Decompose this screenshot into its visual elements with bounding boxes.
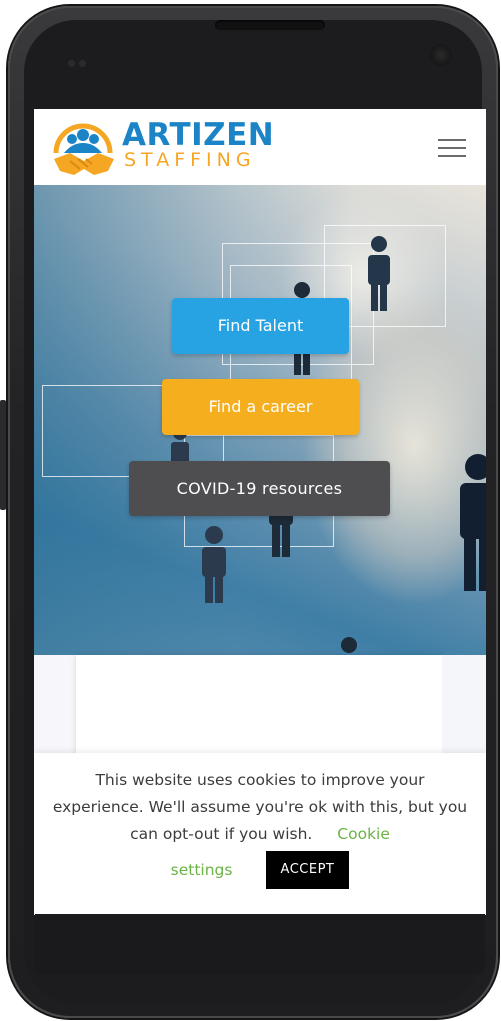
- person-icon: [460, 454, 486, 591]
- side-button: [0, 400, 6, 510]
- handshake-logo-icon: [53, 123, 114, 175]
- find-talent-button[interactable]: Find Talent: [172, 298, 349, 354]
- cookie-settings-link[interactable]: Cookie: [337, 825, 390, 843]
- brand-name[interactable]: ARTIZEN: [122, 118, 274, 152]
- accept-cookies-button[interactable]: ACCEPT: [265, 851, 350, 889]
- hero-banner: Find Talent Find a career COVID-19 resou…: [34, 185, 486, 655]
- cookie-banner: This website uses cookies to improve you…: [34, 753, 486, 915]
- site-header: ARTIZEN STAFFING: [34, 109, 486, 185]
- phone-chin: [35, 914, 485, 974]
- brand-tagline[interactable]: STAFFING: [124, 149, 256, 171]
- cookie-message-text: This website uses cookies to improve you…: [52, 771, 468, 843]
- person-icon: [368, 236, 390, 311]
- cookie-settings-link-continued[interactable]: settings: [171, 861, 233, 879]
- phone-screen: ARTIZEN STAFFING Find Talent Find a care…: [34, 109, 486, 915]
- person-icon: [202, 526, 226, 603]
- front-camera: [430, 44, 452, 66]
- covid-resources-button[interactable]: COVID-19 resources: [129, 461, 390, 516]
- find-career-button[interactable]: Find a career: [162, 379, 359, 435]
- hamburger-menu-icon[interactable]: [438, 137, 466, 159]
- sensor-dots: [68, 52, 94, 67]
- cookie-message: This website uses cookies to improve you…: [48, 767, 472, 848]
- speaker-grille: [215, 20, 325, 30]
- network-node: [341, 637, 357, 653]
